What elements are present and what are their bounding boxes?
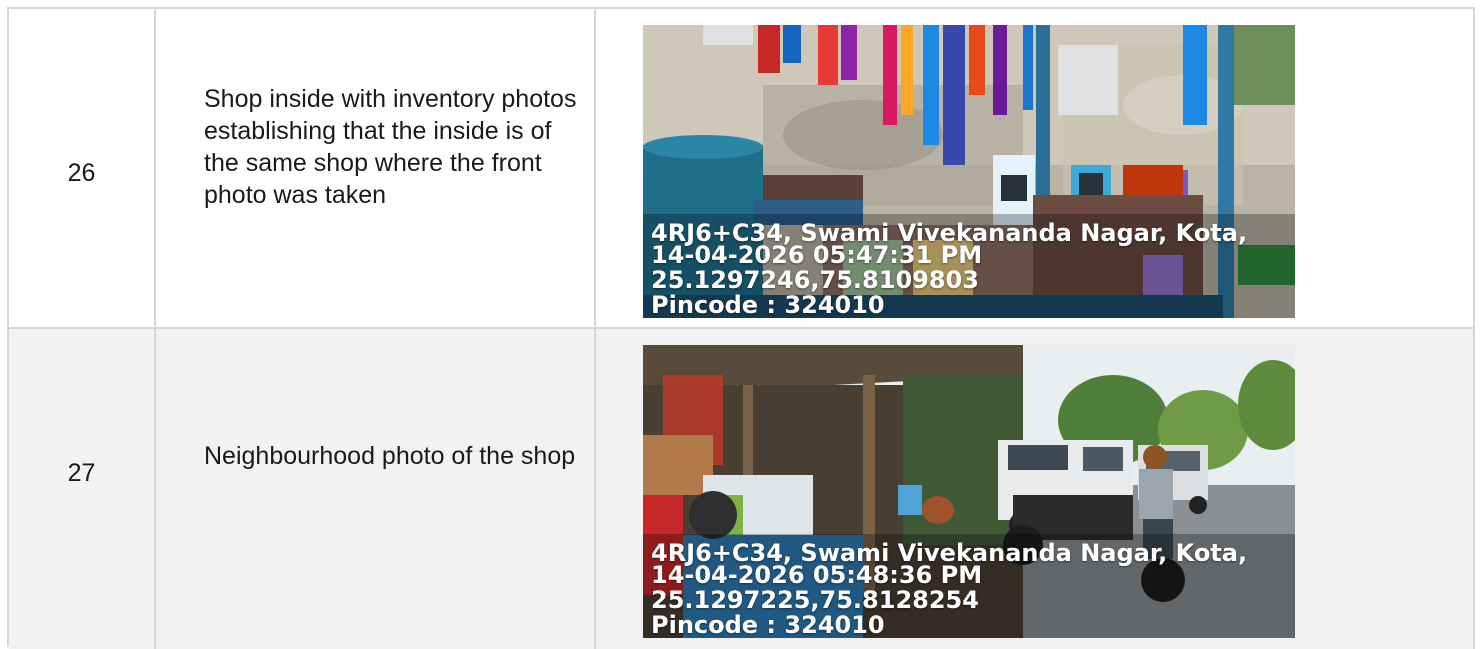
geotag-coordinates: 25.1297225,75.8128254 [651, 586, 979, 614]
row-number-cell: 27 [9, 329, 156, 649]
photo-evidence-table: 26 Shop inside with inventory photos est… [7, 7, 1475, 649]
row-description: Shop inside with inventory photos establ… [204, 85, 577, 209]
geotag-datetime: 14-04-2026 05:48:36 PM [651, 561, 983, 589]
photo-cell: 4RJ6+C34, Swami Vivekananda Nagar, Kota,… [596, 329, 1475, 649]
geotag-pincode: Pincode : 324010 [651, 611, 885, 638]
description-cell: Shop inside with inventory photos establ… [156, 9, 596, 327]
geotag-pincode: Pincode : 324010 [651, 291, 885, 318]
row-number: 26 [67, 159, 96, 187]
table-row: 26 Shop inside with inventory photos est… [9, 9, 1475, 329]
geotag-coordinates: 25.1297246,75.8109803 [651, 266, 979, 294]
shop-interior-photo[interactable]: 4RJ6+C34, Swami Vivekananda Nagar, Kota,… [643, 25, 1295, 318]
description-cell: Neighbourhood photo of the shop [156, 329, 596, 649]
row-number: 27 [67, 459, 96, 487]
row-number-cell: 26 [9, 9, 156, 327]
row-description: Neighbourhood photo of the shop [204, 442, 576, 470]
table-row: 27 Neighbourhood photo of the shop 4RJ6+… [9, 329, 1475, 649]
geotag-datetime: 14-04-2026 05:47:31 PM [651, 241, 983, 269]
photo-cell: 4RJ6+C34, Swami Vivekananda Nagar, Kota,… [596, 9, 1475, 327]
neighbourhood-photo[interactable]: 4RJ6+C34, Swami Vivekananda Nagar, Kota,… [643, 345, 1295, 638]
